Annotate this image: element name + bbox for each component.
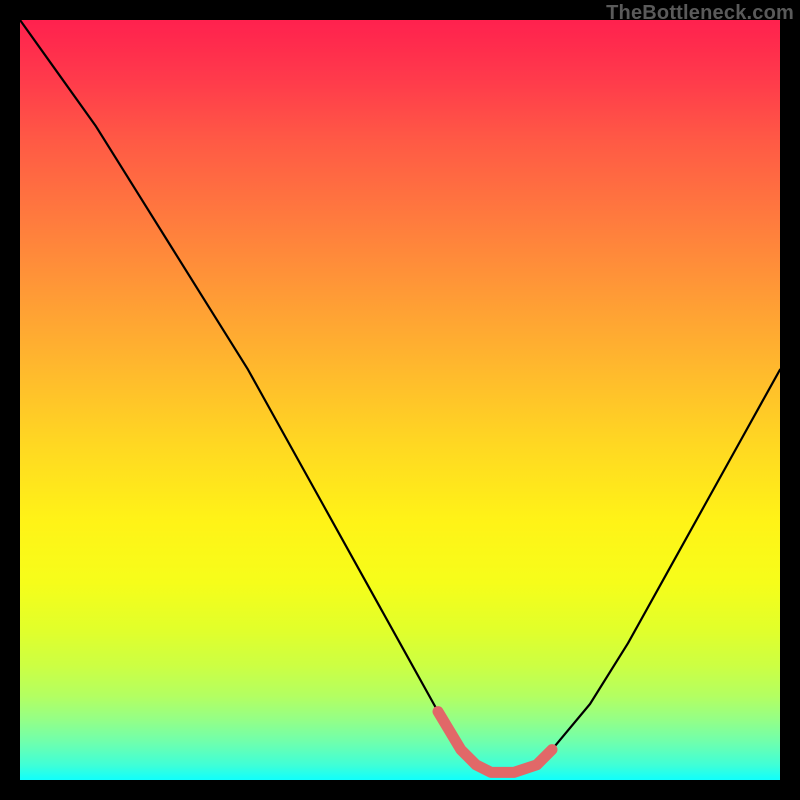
- watermark-text: TheBottleneck.com: [606, 2, 794, 25]
- chart-frame: TheBottleneck.com: [0, 0, 800, 800]
- chart-plot-area: [20, 20, 780, 780]
- chart-svg: [20, 20, 780, 780]
- optimal-zone-highlight: [438, 712, 552, 773]
- bottleneck-curve: [20, 20, 780, 772]
